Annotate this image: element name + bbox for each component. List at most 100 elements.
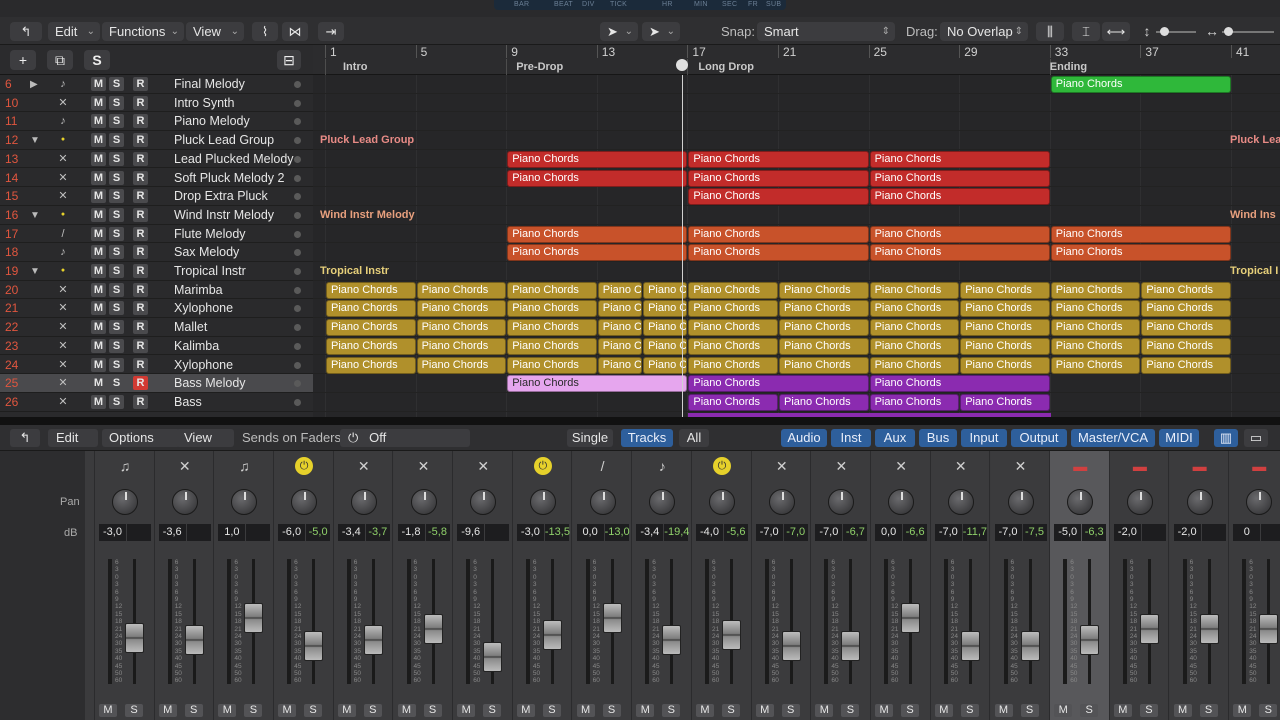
record-arm-button[interactable]: R: [133, 264, 148, 278]
volume-fader[interactable]: [1199, 614, 1219, 644]
volume-readout[interactable]: -4,0: [696, 524, 723, 541]
volume-fader[interactable]: [1139, 614, 1159, 644]
volume-fader[interactable]: [1080, 625, 1100, 655]
region[interactable]: Piano Chords: [688, 393, 778, 411]
region[interactable]: Piano Chords: [688, 188, 869, 206]
volume-fader[interactable]: [423, 614, 443, 644]
region[interactable]: Piano C: [597, 319, 643, 337]
playhead[interactable]: [682, 75, 683, 417]
record-arm-button[interactable]: R: [133, 394, 148, 409]
pan-knob[interactable]: [291, 489, 318, 515]
mixer-edit-menu[interactable]: Edit: [48, 429, 98, 447]
narrow-strips-icon[interactable]: ▥: [1214, 429, 1238, 447]
pointer-tool-select[interactable]: ➤ ⌄: [600, 22, 638, 41]
track-name[interactable]: Xylophone: [174, 299, 233, 317]
track-row[interactable]: 6 ▶ ♪ M S R Final Melody: [0, 75, 313, 94]
solo-button[interactable]: S: [109, 301, 124, 316]
solo-button[interactable]: S: [109, 207, 124, 222]
mute-button[interactable]: M: [91, 282, 106, 297]
region[interactable]: Piano Chords: [507, 244, 688, 262]
pan-knob[interactable]: [171, 489, 198, 515]
record-arm-button[interactable]: R: [133, 338, 148, 353]
pan-knob[interactable]: [350, 489, 377, 515]
region[interactable]: Piano Chords: [416, 300, 507, 318]
region[interactable]: Piano Chords: [869, 356, 960, 374]
volume-readout[interactable]: -3,4: [337, 524, 365, 541]
solo-button[interactable]: S: [781, 704, 800, 717]
mute-button[interactable]: M: [815, 704, 834, 717]
drag-select[interactable]: No Overlap ⇕: [940, 22, 1028, 41]
volume-readout[interactable]: -5,0: [1054, 524, 1082, 541]
solo-button[interactable]: S: [542, 704, 561, 717]
global-solo-button[interactable]: S: [84, 50, 110, 70]
region[interactable]: Piano Chords: [1050, 337, 1141, 355]
mute-button[interactable]: M: [1054, 704, 1073, 717]
region[interactable]: Piano C: [643, 356, 688, 374]
region[interactable]: Piano Chords: [688, 225, 869, 243]
region[interactable]: Piano C: [643, 337, 688, 355]
mute-button[interactable]: M: [91, 394, 106, 409]
volume-fader[interactable]: [542, 619, 562, 650]
region[interactable]: Piano Chords: [507, 225, 688, 243]
region[interactable]: Piano Chords: [507, 337, 597, 355]
volume-fader[interactable]: [781, 630, 801, 661]
solo-button[interactable]: S: [109, 245, 124, 260]
volume-fader[interactable]: [901, 603, 921, 633]
track-name[interactable]: Final Melody: [174, 75, 245, 93]
volume-readout[interactable]: 0,0: [875, 524, 903, 541]
region[interactable]: Piano Chords: [779, 356, 869, 374]
record-arm-button[interactable]: R: [133, 357, 148, 372]
solo-button[interactable]: S: [109, 357, 124, 372]
track-row[interactable]: 20 ✕ M S R Marimba: [0, 281, 313, 300]
solo-button[interactable]: S: [841, 704, 860, 717]
mixer-options-menu[interactable]: Options: [102, 429, 180, 447]
region[interactable]: Piano Chords: [507, 150, 688, 168]
region[interactable]: Piano Chords: [869, 225, 1050, 243]
record-arm-button[interactable]: R: [133, 170, 148, 185]
track-name[interactable]: Intro Synth: [174, 94, 234, 112]
record-arm-button[interactable]: R: [133, 376, 148, 391]
solo-button[interactable]: S: [109, 264, 124, 278]
catch-icon[interactable]: ⇥: [318, 22, 344, 41]
pan-knob[interactable]: [828, 489, 855, 515]
mute-button[interactable]: M: [875, 704, 894, 717]
pan-knob[interactable]: [947, 489, 974, 515]
solo-button[interactable]: S: [109, 226, 124, 241]
mute-button[interactable]: M: [91, 338, 106, 353]
region[interactable]: Piano Chords: [960, 300, 1050, 318]
track-row[interactable]: 13 ✕ M S R Lead Plucked Melody: [0, 150, 313, 169]
mute-button[interactable]: M: [91, 189, 106, 204]
solo-button[interactable]: S: [109, 338, 124, 353]
region[interactable]: Piano Chords: [1141, 319, 1231, 337]
track-row[interactable]: 21 ✕ M S R Xylophone: [0, 299, 313, 319]
pan-knob[interactable]: [768, 489, 795, 515]
solo-button[interactable]: S: [483, 704, 502, 717]
waveform-zoom-icon[interactable]: ⫼: [1036, 22, 1064, 41]
pan-knob[interactable]: [529, 489, 556, 515]
region[interactable]: Piano C: [643, 300, 688, 318]
arrange-area[interactable]: Piano Chords Pluck Lead Group Pluck Lea Pia…: [313, 75, 1280, 417]
add-track-button[interactable]: +: [10, 50, 36, 70]
track-name[interactable]: Wind Instr Melody: [174, 206, 274, 224]
track-row[interactable]: 15 ✕ M S R Drop Extra Pluck: [0, 187, 313, 206]
record-arm-button[interactable]: R: [133, 282, 148, 297]
volume-fader[interactable]: [244, 603, 264, 633]
region[interactable]: Piano Chords: [1141, 281, 1231, 299]
mute-button[interactable]: M: [91, 264, 106, 278]
volume-readout[interactable]: -3,0: [99, 524, 126, 541]
mute-button[interactable]: M: [158, 704, 177, 717]
volume-fader[interactable]: [363, 625, 383, 655]
mute-button[interactable]: M: [755, 704, 774, 717]
track-row[interactable]: 23 ✕ M S R Kalimba: [0, 337, 313, 356]
solo-button[interactable]: S: [1199, 704, 1218, 717]
volume-readout[interactable]: -3,4: [636, 524, 664, 541]
solo-button[interactable]: S: [722, 704, 740, 717]
region[interactable]: Piano Chords: [416, 281, 507, 299]
region[interactable]: Piano Chords: [416, 337, 507, 355]
volume-readout[interactable]: 0,0: [576, 524, 604, 541]
track-name[interactable]: Kalimba: [174, 337, 219, 355]
mute-button[interactable]: M: [91, 133, 106, 148]
disclosure-icon[interactable]: ▼: [30, 263, 42, 280]
region[interactable]: Piano Chords: [688, 150, 869, 168]
region[interactable]: Piano Chords: [326, 356, 416, 374]
